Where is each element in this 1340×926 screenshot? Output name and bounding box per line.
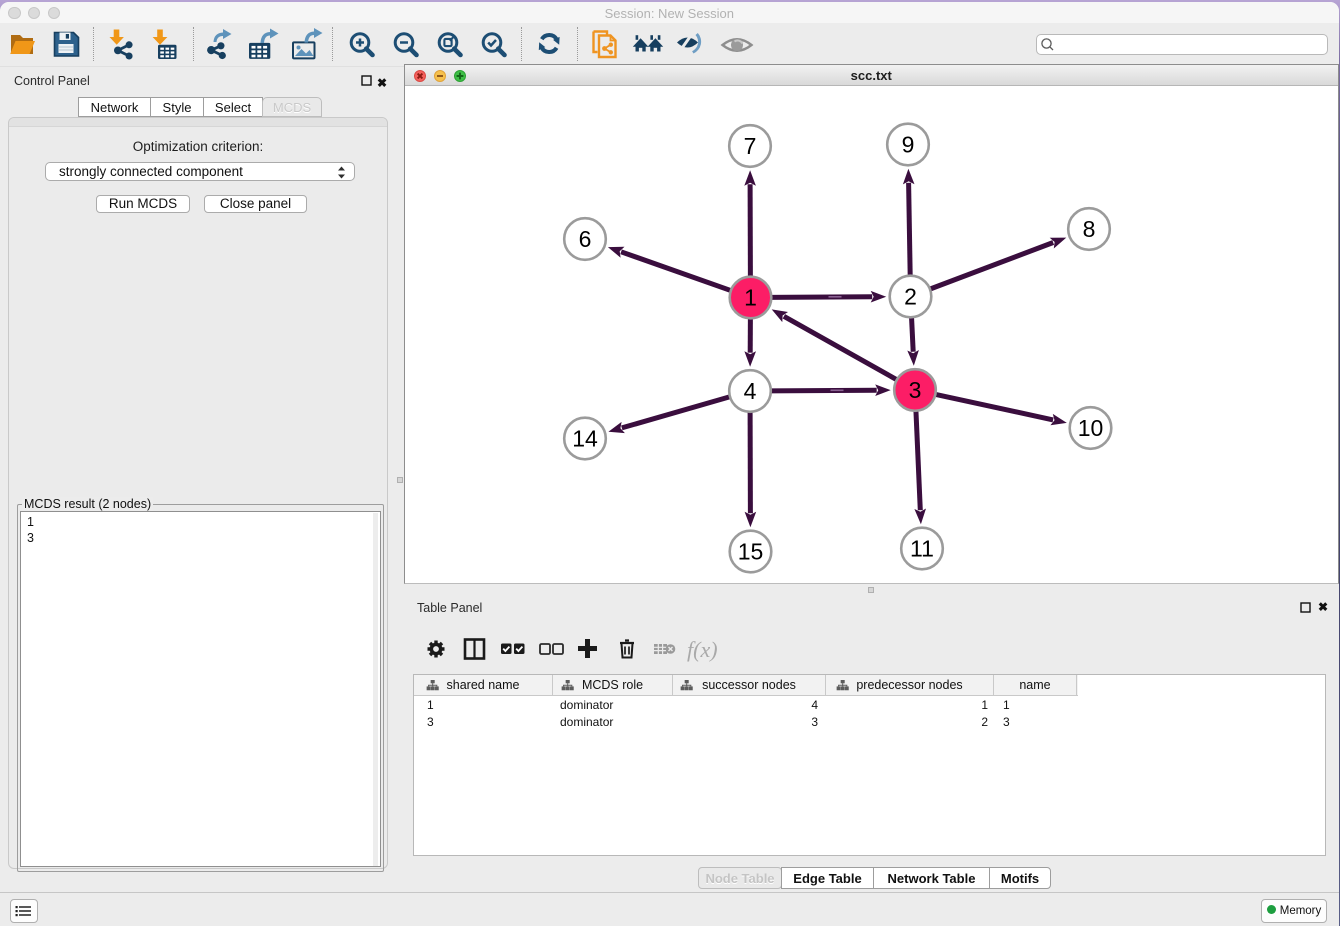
svg-text:3: 3 [909, 377, 922, 403]
svg-text:7: 7 [744, 133, 757, 159]
svg-text:10: 10 [1078, 415, 1104, 441]
svg-text:2: 2 [904, 283, 917, 309]
svg-text:11: 11 [910, 535, 934, 561]
svg-text:8: 8 [1083, 216, 1096, 242]
svg-text:14: 14 [572, 425, 598, 451]
svg-text:6: 6 [579, 226, 592, 252]
svg-text:9: 9 [902, 131, 915, 157]
svg-text:1: 1 [744, 284, 757, 310]
svg-text:4: 4 [744, 378, 757, 404]
svg-text:15: 15 [738, 538, 764, 564]
